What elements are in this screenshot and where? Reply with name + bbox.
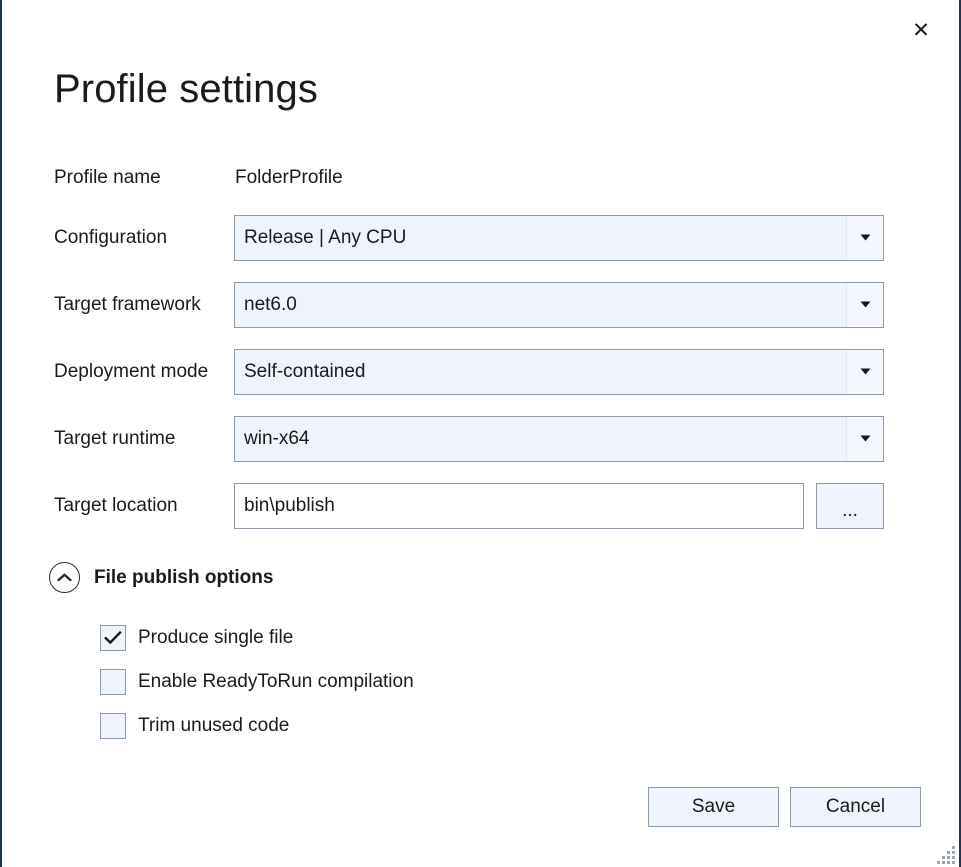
chevron-down-icon[interactable] xyxy=(846,215,883,260)
settings-form: Profile name FolderProfile Configuration… xyxy=(2,152,959,539)
checkbox-produce-single-file[interactable] xyxy=(100,625,126,651)
configuration-value: Release | Any CPU xyxy=(244,226,407,248)
checkbox-enable-readytorun[interactable] xyxy=(100,669,126,695)
option-label: Trim unused code xyxy=(138,715,290,736)
check-icon xyxy=(104,631,122,645)
resize-grip[interactable] xyxy=(933,842,955,864)
chevron-down-icon[interactable] xyxy=(846,349,883,394)
form-row-target-location: Target location bin\publish ... xyxy=(2,472,959,539)
target-runtime-value: win-x64 xyxy=(244,427,310,449)
label-target-framework: Target framework xyxy=(54,293,201,315)
label-target-runtime: Target runtime xyxy=(54,427,176,449)
file-publish-options-list: Produce single file Enable ReadyToRun co… xyxy=(100,616,414,748)
form-row-profile-name: Profile name FolderProfile xyxy=(2,152,959,204)
configuration-dropdown[interactable]: Release | Any CPU xyxy=(234,214,884,261)
file-publish-options-label: File publish options xyxy=(94,566,274,588)
cancel-button[interactable]: Cancel xyxy=(790,787,921,827)
chevron-down-icon[interactable] xyxy=(846,416,883,461)
form-row-target-runtime: Target runtime win-x64 xyxy=(2,405,959,472)
dialog-footer: Save Cancel xyxy=(2,787,959,829)
option-label: Enable ReadyToRun compilation xyxy=(138,671,414,692)
close-icon: ✕ xyxy=(912,18,930,42)
target-location-value: bin\publish xyxy=(244,494,335,516)
label-configuration: Configuration xyxy=(54,226,168,248)
profile-settings-dialog: ✕ Profile settings Profile name FolderPr… xyxy=(0,0,961,867)
label-target-location: Target location xyxy=(54,494,178,516)
form-row-target-framework: Target framework net6.0 xyxy=(2,271,959,338)
label-profile-name: Profile name xyxy=(54,167,161,188)
deployment-mode-value: Self-contained xyxy=(244,360,366,382)
target-runtime-dropdown[interactable]: win-x64 xyxy=(234,415,884,462)
chevron-down-icon[interactable] xyxy=(846,282,883,327)
option-label: Produce single file xyxy=(138,627,294,648)
form-row-configuration: Configuration Release | Any CPU xyxy=(2,204,959,271)
checkbox-trim-unused-code[interactable] xyxy=(100,713,126,739)
form-row-deployment-mode: Deployment mode Self-contained xyxy=(2,338,959,405)
option-produce-single-file[interactable]: Produce single file xyxy=(100,616,414,660)
value-profile-name: FolderProfile xyxy=(235,167,343,188)
browse-button[interactable]: ... xyxy=(816,482,884,529)
close-button[interactable]: ✕ xyxy=(899,10,943,50)
chevron-up-icon xyxy=(49,562,80,593)
deployment-mode-dropdown[interactable]: Self-contained xyxy=(234,348,884,395)
target-location-input[interactable]: bin\publish xyxy=(234,482,804,529)
label-deployment-mode: Deployment mode xyxy=(54,360,209,382)
page-title: Profile settings xyxy=(54,67,318,111)
target-framework-value: net6.0 xyxy=(244,293,297,315)
file-publish-options-expander[interactable]: File publish options xyxy=(49,562,273,593)
target-framework-dropdown[interactable]: net6.0 xyxy=(234,281,884,328)
save-button[interactable]: Save xyxy=(648,787,779,827)
option-trim-unused-code[interactable]: Trim unused code xyxy=(100,704,414,748)
option-enable-readytorun[interactable]: Enable ReadyToRun compilation xyxy=(100,660,414,704)
